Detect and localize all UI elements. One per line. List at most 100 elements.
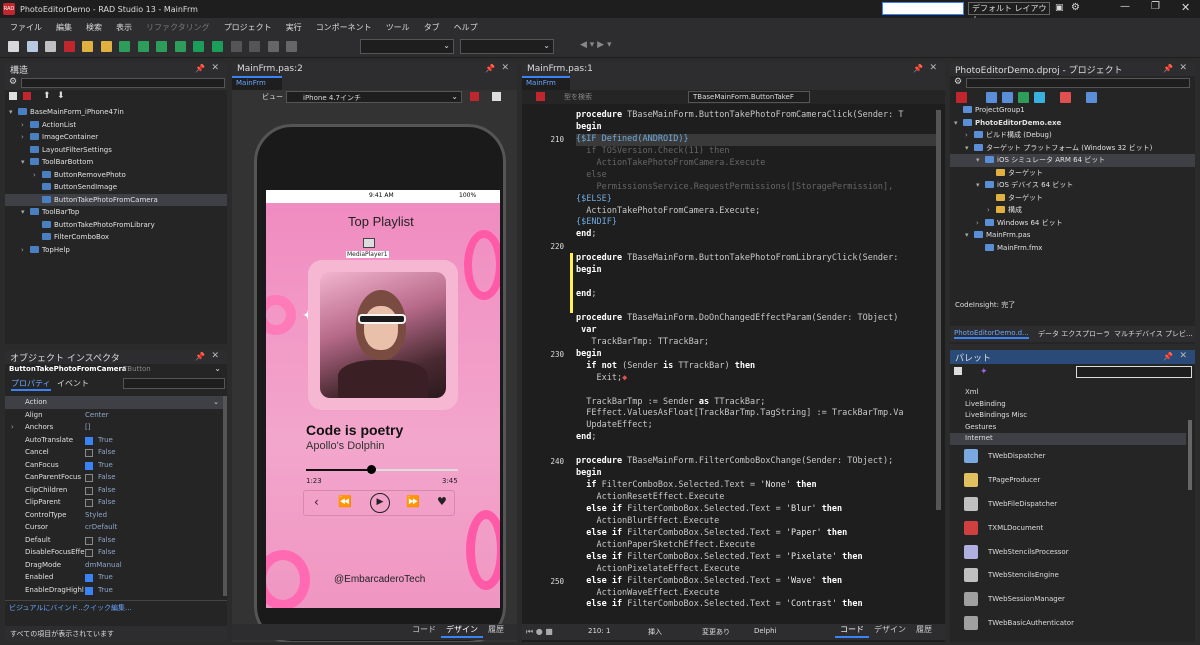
structure-search-input[interactable] — [21, 78, 225, 88]
tab-design[interactable]: デザイン — [441, 624, 483, 638]
structure-item[interactable]: ButtonTakePhotoFromCamera — [5, 193, 227, 206]
menu-item-edit[interactable]: 編集 — [56, 22, 72, 33]
move-up-icon[interactable] — [9, 92, 17, 100]
property-row[interactable]: › Anchors [] — [5, 421, 223, 434]
toggle-form-icon[interactable] — [174, 41, 186, 52]
structure-item[interactable]: › ActionList — [5, 119, 227, 132]
property-row[interactable]: ClipChildren False — [5, 484, 223, 497]
chevron-right-icon[interactable]: › — [33, 169, 42, 182]
property-checkbox[interactable] — [85, 574, 93, 582]
pin-icon[interactable]: 📌 — [1163, 64, 1173, 73]
property-row[interactable]: AutoTranslate True — [5, 434, 223, 447]
property-row[interactable]: EnableDragHighl True — [5, 584, 223, 597]
project-item[interactable]: › ビルド構成 (Debug) — [950, 129, 1195, 142]
property-row[interactable]: Action ⌄ — [5, 396, 223, 409]
close-icon[interactable]: ✕ — [501, 63, 509, 73]
structure-item[interactable]: ▾ ToolBarBottom — [5, 156, 227, 169]
refresh-icon[interactable] — [1018, 92, 1029, 103]
play-icon[interactable]: ▶ — [370, 493, 390, 513]
structure-item[interactable]: ButtonSendImage — [5, 181, 227, 194]
property-checkbox[interactable] — [85, 436, 93, 445]
chevron-down-icon[interactable]: ▾ — [976, 179, 985, 192]
open-recent-icon[interactable] — [156, 41, 168, 52]
new-icon[interactable] — [8, 41, 19, 52]
property-checkbox[interactable] — [85, 449, 93, 457]
property-value[interactable]: [] — [85, 421, 90, 434]
chevron-down-icon[interactable]: ▾ — [976, 154, 985, 167]
step-into-icon[interactable] — [286, 41, 298, 52]
project-item[interactable]: ProjectGroup1 — [950, 104, 1195, 117]
menu-item-tabs[interactable]: タブ — [424, 22, 440, 33]
new-items-icon[interactable] — [26, 41, 38, 52]
palette-item[interactable]: TWebSessionManager — [950, 587, 1186, 611]
property-value[interactable]: Styled — [85, 509, 107, 522]
bind-visually-link[interactable]: ビジュアルにバインド... — [9, 603, 85, 613]
fast-forward-icon[interactable]: ⏩ — [406, 495, 420, 508]
progress-handle[interactable] — [367, 465, 377, 474]
tab-events[interactable]: イベント — [57, 378, 89, 389]
view-select[interactable]: iPhone 4.7インチ ⌄ — [286, 91, 462, 103]
property-checkbox[interactable] — [85, 536, 93, 545]
menu-item-search[interactable]: 検索 — [86, 22, 102, 33]
tab-code[interactable]: コード — [407, 624, 441, 636]
palette-category[interactable]: Gestures — [950, 422, 1186, 434]
palette-item[interactable]: TWebFileDispatcher — [950, 492, 1186, 516]
remove-icon[interactable] — [1002, 92, 1013, 103]
clear-view-icon[interactable] — [470, 92, 479, 101]
structure-item[interactable]: FilterComboBox — [5, 231, 227, 244]
save-layout-icon[interactable]: ▣ — [1055, 3, 1064, 13]
structure-item[interactable]: › ButtonRemovePhoto — [5, 169, 227, 182]
chevron-down-icon[interactable]: ▾ — [965, 229, 974, 242]
language-select[interactable]: Delphi — [754, 627, 776, 635]
tab-history[interactable]: 履歴 — [911, 624, 937, 636]
project-item[interactable]: ターゲット — [950, 192, 1195, 205]
pause-icon[interactable] — [230, 41, 242, 52]
open-icon[interactable] — [45, 41, 57, 52]
structure-item[interactable]: LayoutFilterSettings — [5, 144, 227, 157]
structure-item[interactable]: › ImageContainer — [5, 131, 227, 144]
search-box[interactable] — [882, 2, 964, 15]
inspector-search-input[interactable] — [123, 378, 225, 389]
view-icon[interactable] — [1086, 92, 1097, 103]
layout-select[interactable]: デフォルト レイアウト⌄ — [968, 2, 1050, 24]
pin-icon[interactable]: 📌 — [195, 352, 205, 361]
platform-combo[interactable]: ⌄ — [460, 39, 554, 54]
chevron-right-icon[interactable]: › — [11, 421, 14, 434]
quick-edit-link[interactable]: クイック編集... — [83, 603, 132, 613]
pin-icon[interactable]: 📌 — [485, 64, 495, 73]
menu-item-file[interactable]: ファイル — [10, 22, 42, 33]
sync-icon[interactable] — [956, 92, 967, 103]
structure-item[interactable]: › TopHelp — [5, 244, 227, 257]
property-row[interactable]: Cancel False — [5, 446, 223, 459]
project-item[interactable]: › 構成 — [950, 204, 1195, 217]
project-item[interactable]: ▾ iOS デバイス 64 ビット — [950, 179, 1195, 192]
menu-item-refactor[interactable]: リファクタリング — [146, 22, 210, 33]
property-checkbox[interactable] — [85, 474, 93, 482]
property-value[interactable]: crDefault — [85, 521, 117, 534]
chevron-down-icon[interactable]: ▾ — [9, 106, 18, 119]
run-without-debug-icon[interactable] — [212, 41, 224, 52]
menu-item-project[interactable]: プロジェクト — [224, 22, 272, 33]
method-combo[interactable]: TBaseMainForm.ButtonTakeF — [688, 91, 810, 103]
palette-search-input[interactable] — [1076, 366, 1192, 378]
structure-item[interactable]: ▾ BaseMainForm_iPhone47in — [5, 106, 227, 119]
tab-multidevice-preview[interactable]: マルチデバイス プレビ... — [1114, 329, 1193, 339]
project-item[interactable]: ターゲット — [950, 167, 1195, 180]
close-button[interactable]: ✕ — [1181, 1, 1190, 14]
heart-icon[interactable]: ♥ — [437, 495, 447, 508]
close-icon[interactable]: ✕ — [1179, 63, 1187, 73]
project-item[interactable]: MainFrm.fmx — [950, 242, 1195, 255]
options-icon[interactable] — [1060, 92, 1071, 103]
inspector-scrollbar[interactable] — [223, 396, 227, 596]
property-row[interactable]: ControlType Styled — [5, 509, 223, 522]
run-icon[interactable] — [193, 41, 205, 52]
chevron-down-icon[interactable]: ▾ — [21, 156, 30, 169]
chevron-down-icon[interactable]: ▾ — [21, 206, 30, 219]
chevron-right-icon[interactable]: › — [21, 119, 30, 132]
tab-code[interactable]: コード — [835, 624, 869, 638]
editor-scrollbar[interactable] — [936, 110, 941, 510]
project-item[interactable]: ▾ PhotoEditorDemo.exe — [950, 117, 1195, 130]
record-icon[interactable]: ⏮ ● ■ — [526, 627, 553, 637]
palette-options-icon[interactable] — [954, 367, 962, 375]
property-row[interactable]: Enabled True — [5, 571, 223, 584]
